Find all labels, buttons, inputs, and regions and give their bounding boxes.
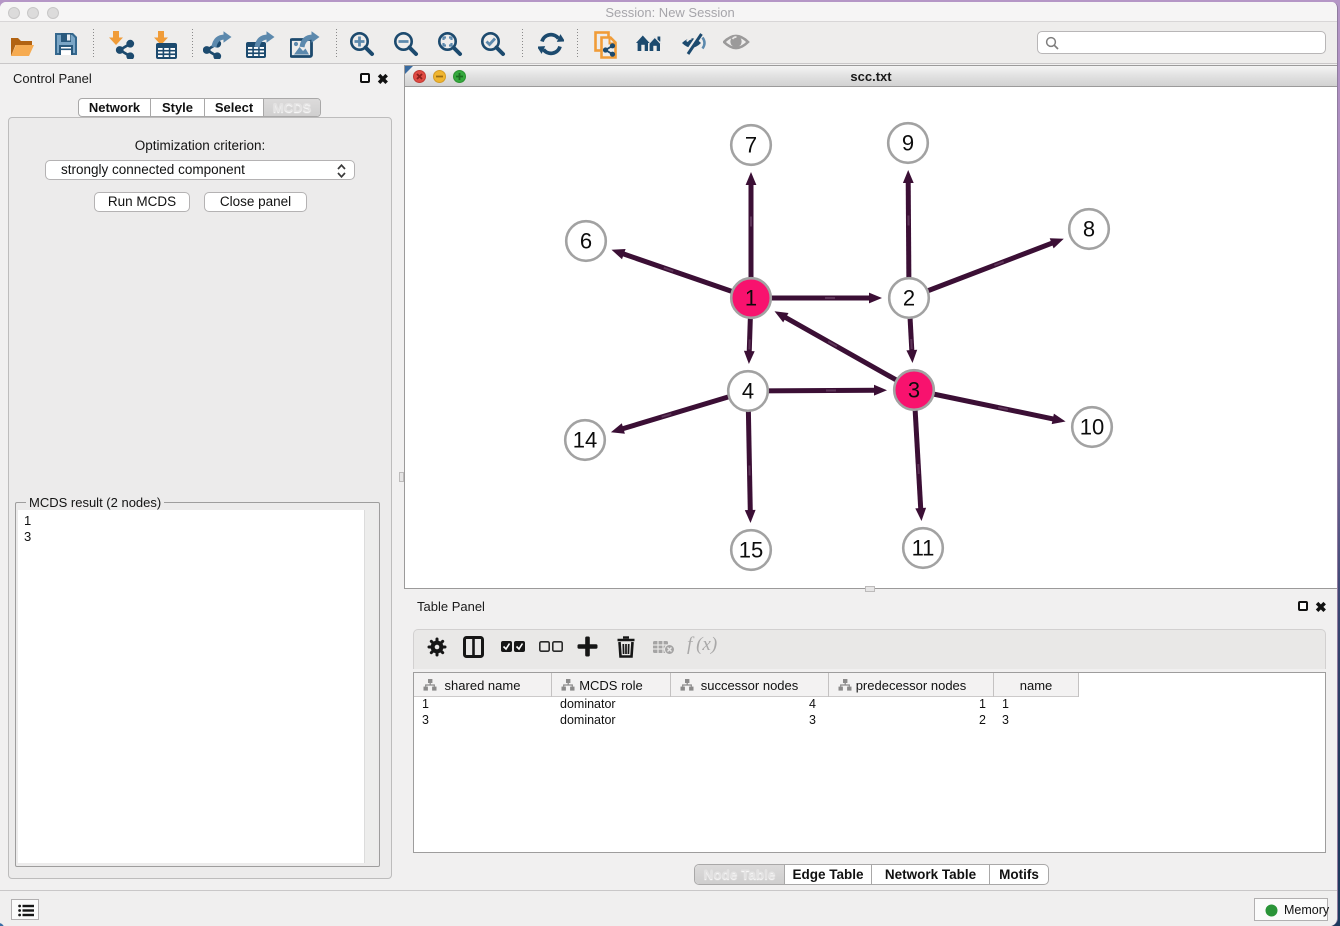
svg-text:1: 1 bbox=[745, 286, 757, 311]
svg-text:11: 11 bbox=[912, 536, 935, 561]
svg-text:10: 10 bbox=[1080, 415, 1104, 440]
svg-text:4: 4 bbox=[742, 379, 754, 404]
svg-text:9: 9 bbox=[902, 131, 914, 156]
svg-text:3: 3 bbox=[908, 378, 920, 403]
svg-text:15: 15 bbox=[739, 538, 763, 563]
svg-text:14: 14 bbox=[573, 428, 597, 453]
svg-text:8: 8 bbox=[1083, 217, 1095, 242]
svg-text:7: 7 bbox=[745, 133, 757, 158]
svg-text:6: 6 bbox=[580, 229, 592, 254]
svg-text:2: 2 bbox=[903, 286, 915, 311]
